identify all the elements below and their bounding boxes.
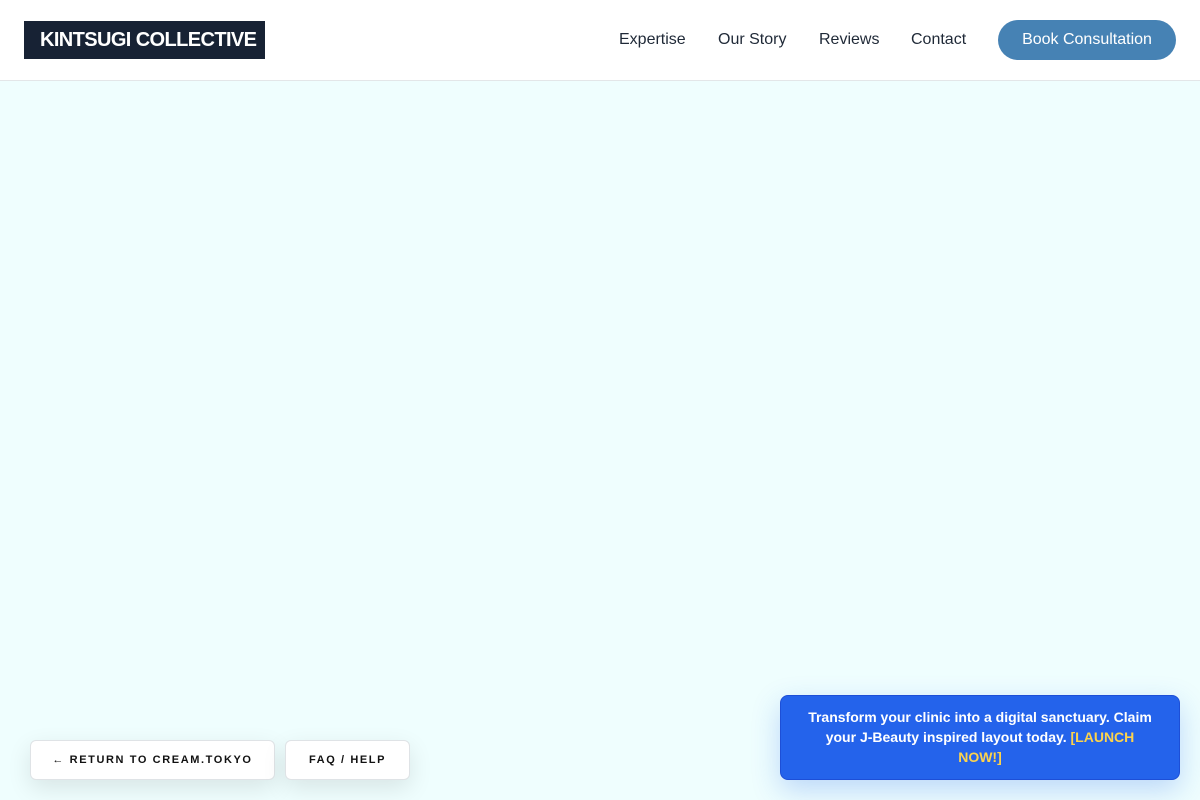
brand-logo[interactable]: KINTSUGI COLLECTIVE xyxy=(24,21,265,59)
promo-banner[interactable]: Transform your clinic into a digital san… xyxy=(780,695,1180,780)
faq-help-button[interactable]: FAQ / HELP xyxy=(285,740,410,780)
return-to-cream-tokyo-button[interactable]: ← RETURN TO CREAM.TOKYO xyxy=(30,740,275,780)
book-consultation-button[interactable]: Book Consultation xyxy=(998,20,1176,60)
nav-link-our-story[interactable]: Our Story xyxy=(718,30,786,50)
nav-link-reviews[interactable]: Reviews xyxy=(819,30,879,50)
nav-link-expertise[interactable]: Expertise xyxy=(619,30,686,50)
nav-link-contact[interactable]: Contact xyxy=(911,30,966,50)
site-header: KINTSUGI COLLECTIVE Expertise Our Story … xyxy=(0,0,1200,81)
